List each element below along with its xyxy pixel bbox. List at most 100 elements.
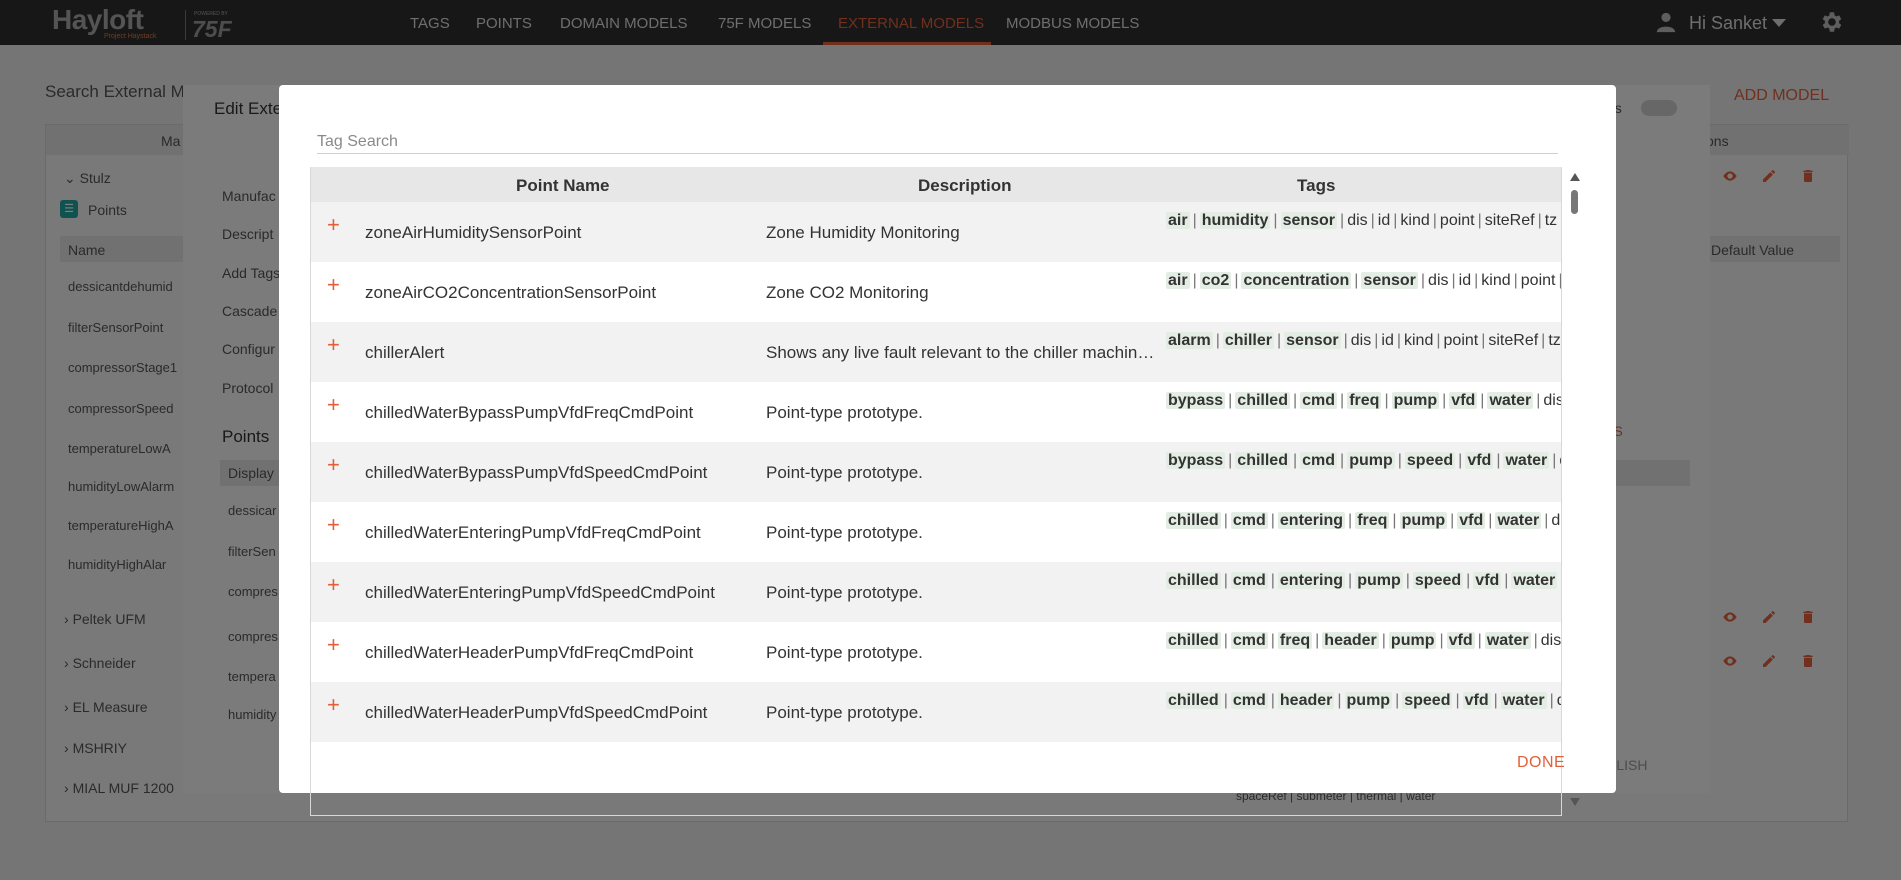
points-table: Point Name Description Tags + zoneAirHumi… (310, 167, 1562, 816)
points-table-scrollbar[interactable] (1569, 173, 1581, 806)
highlighted-tag: air (1166, 212, 1190, 229)
tag-separator: | (1513, 272, 1518, 289)
tag-separator: | (1228, 392, 1233, 409)
tag-search-input[interactable] (317, 130, 1558, 154)
column-point-name[interactable]: Point Name (516, 176, 610, 196)
tag-separator: | (1273, 212, 1278, 229)
tag: dis (1557, 692, 1561, 709)
highlighted-tag: speed (1412, 572, 1464, 589)
tag-separator: | (1480, 392, 1485, 409)
scroll-down-icon[interactable] (1570, 798, 1580, 806)
tag: kind (1481, 272, 1511, 289)
tag-separator: | (1370, 212, 1375, 229)
tag-separator: | (1439, 632, 1444, 649)
add-icon[interactable]: + (327, 454, 340, 476)
tag-separator: | (1488, 512, 1493, 529)
highlighted-tag: alarm (1166, 332, 1213, 349)
tag: tz (1544, 212, 1558, 229)
point-name-cell: chillerAlert (365, 343, 445, 362)
tag-separator: | (1270, 572, 1275, 589)
tag-separator: | (1493, 692, 1498, 709)
highlighted-tag: chilled (1235, 392, 1290, 409)
highlighted-tag: chilled (1166, 692, 1221, 709)
highlighted-tag: speed (1402, 692, 1453, 709)
tag-separator: | (1561, 632, 1562, 649)
add-icon[interactable]: + (327, 634, 340, 656)
highlighted-tag: cmd (1300, 452, 1338, 469)
tag: dis (1540, 632, 1562, 649)
tags-cell: bypass | chilled | cmd | pump | speed | vfd | water |… (1166, 448, 1561, 473)
column-description[interactable]: Description (918, 176, 1012, 196)
add-icon[interactable]: + (327, 334, 340, 356)
tag-separator: | (1223, 572, 1228, 589)
add-icon[interactable]: + (327, 394, 340, 416)
description-cell: Point-type prototype. (766, 523, 923, 542)
add-icon[interactable]: + (327, 274, 340, 296)
point-name-cell: chilledWaterEnteringPumpVfdSpeedCmdPoint (365, 583, 715, 602)
tags-cell: chilled | cmd | header | pump | speed | vfd | water |… (1166, 688, 1561, 713)
highlighted-tag: freq (1277, 632, 1313, 649)
highlighted-tag: vfd (1457, 512, 1486, 529)
tag-separator: | (1315, 632, 1320, 649)
scroll-up-icon[interactable] (1570, 173, 1580, 181)
table-row: + chilledWaterHeaderPumpVfdSpeedCmdPoint P… (311, 682, 1561, 742)
tag-separator: | (1348, 572, 1353, 589)
tag-separator: | (1340, 212, 1345, 229)
highlighted-tag: sensor (1280, 212, 1338, 229)
add-icon[interactable]: + (327, 574, 340, 596)
add-icon[interactable]: + (327, 514, 340, 536)
table-row: + chilledWaterHeaderPumpVfdFreqCmdPoint Po… (311, 622, 1562, 682)
highlighted-tag: cmd (1230, 692, 1268, 709)
tags-cell: air | co2 | concentration | sensor | dis | id | kind… (1166, 268, 1561, 293)
tag-separator: | (1552, 452, 1557, 469)
tag-separator: | (1455, 692, 1460, 709)
tag-separator: | (1549, 692, 1554, 709)
tag-separator: | (1343, 332, 1348, 349)
column-tags[interactable]: Tags (1297, 176, 1335, 196)
point-name-cell: zoneAirCO2ConcentrationSensorPoint (365, 283, 657, 302)
add-icon[interactable]: + (327, 214, 340, 236)
tag: siteRef (1484, 212, 1535, 229)
tag: dis (1347, 212, 1368, 229)
add-points-modal: Point Name Description Tags + zoneAirHumi… (279, 85, 1616, 816)
tag-separator: | (1481, 332, 1486, 349)
tag: tz (1548, 332, 1561, 349)
tag-separator: | (1395, 692, 1400, 709)
highlighted-tag: air (1166, 272, 1190, 289)
point-name-cell: chilledWaterHeaderPumpVfdFreqCmdPoint (365, 643, 694, 662)
highlighted-tag: water (1511, 572, 1558, 589)
highlighted-tag: humidity (1199, 212, 1271, 229)
tag-separator: | (1458, 452, 1463, 469)
highlighted-tag: water (1484, 632, 1531, 649)
tag: kind (1404, 332, 1434, 349)
tag-separator: | (1354, 272, 1359, 289)
tag-separator: | (1477, 212, 1482, 229)
point-name-cell: chilledWaterBypassPumpVfdSpeedCmdPoint (365, 463, 708, 482)
tag-separator: | (1466, 572, 1471, 589)
tag-separator: | (1234, 272, 1239, 289)
tag-separator: | (1442, 392, 1447, 409)
table-row: + zoneAirCO2ConcentrationSensorPoint Zone … (311, 262, 1561, 322)
tag-separator: | (1192, 212, 1197, 229)
tag: id (1458, 272, 1472, 289)
points-table-header: Point Name Description Tags (311, 167, 1561, 202)
highlighted-tag: sensor (1284, 332, 1341, 349)
highlighted-tag: pump (1388, 632, 1437, 649)
tag-separator: | (1384, 392, 1389, 409)
point-name-cell: chilledWaterEnteringPumpVfdFreqCmdPoint (365, 523, 701, 542)
tag-separator: | (1451, 272, 1456, 289)
tag: kind (1400, 212, 1430, 229)
highlighted-tag: cmd (1230, 572, 1268, 589)
tag-separator: | (1450, 512, 1455, 529)
done-button[interactable]: DONE (1517, 754, 1565, 772)
highlighted-tag: pump (1399, 512, 1448, 529)
table-row: + chilledWaterEnteringPumpVfdFreqCmdPoint… (311, 502, 1561, 562)
add-icon[interactable]: + (327, 694, 340, 716)
highlighted-tag: header (1322, 632, 1379, 649)
tag-separator: | (1292, 452, 1298, 469)
highlighted-tag: vfd (1462, 692, 1491, 709)
tag: dis (1350, 332, 1372, 349)
scrollbar-thumb[interactable] (1571, 190, 1578, 214)
highlighted-tag: freq (1347, 392, 1382, 409)
highlighted-tag: bypass (1166, 452, 1226, 469)
